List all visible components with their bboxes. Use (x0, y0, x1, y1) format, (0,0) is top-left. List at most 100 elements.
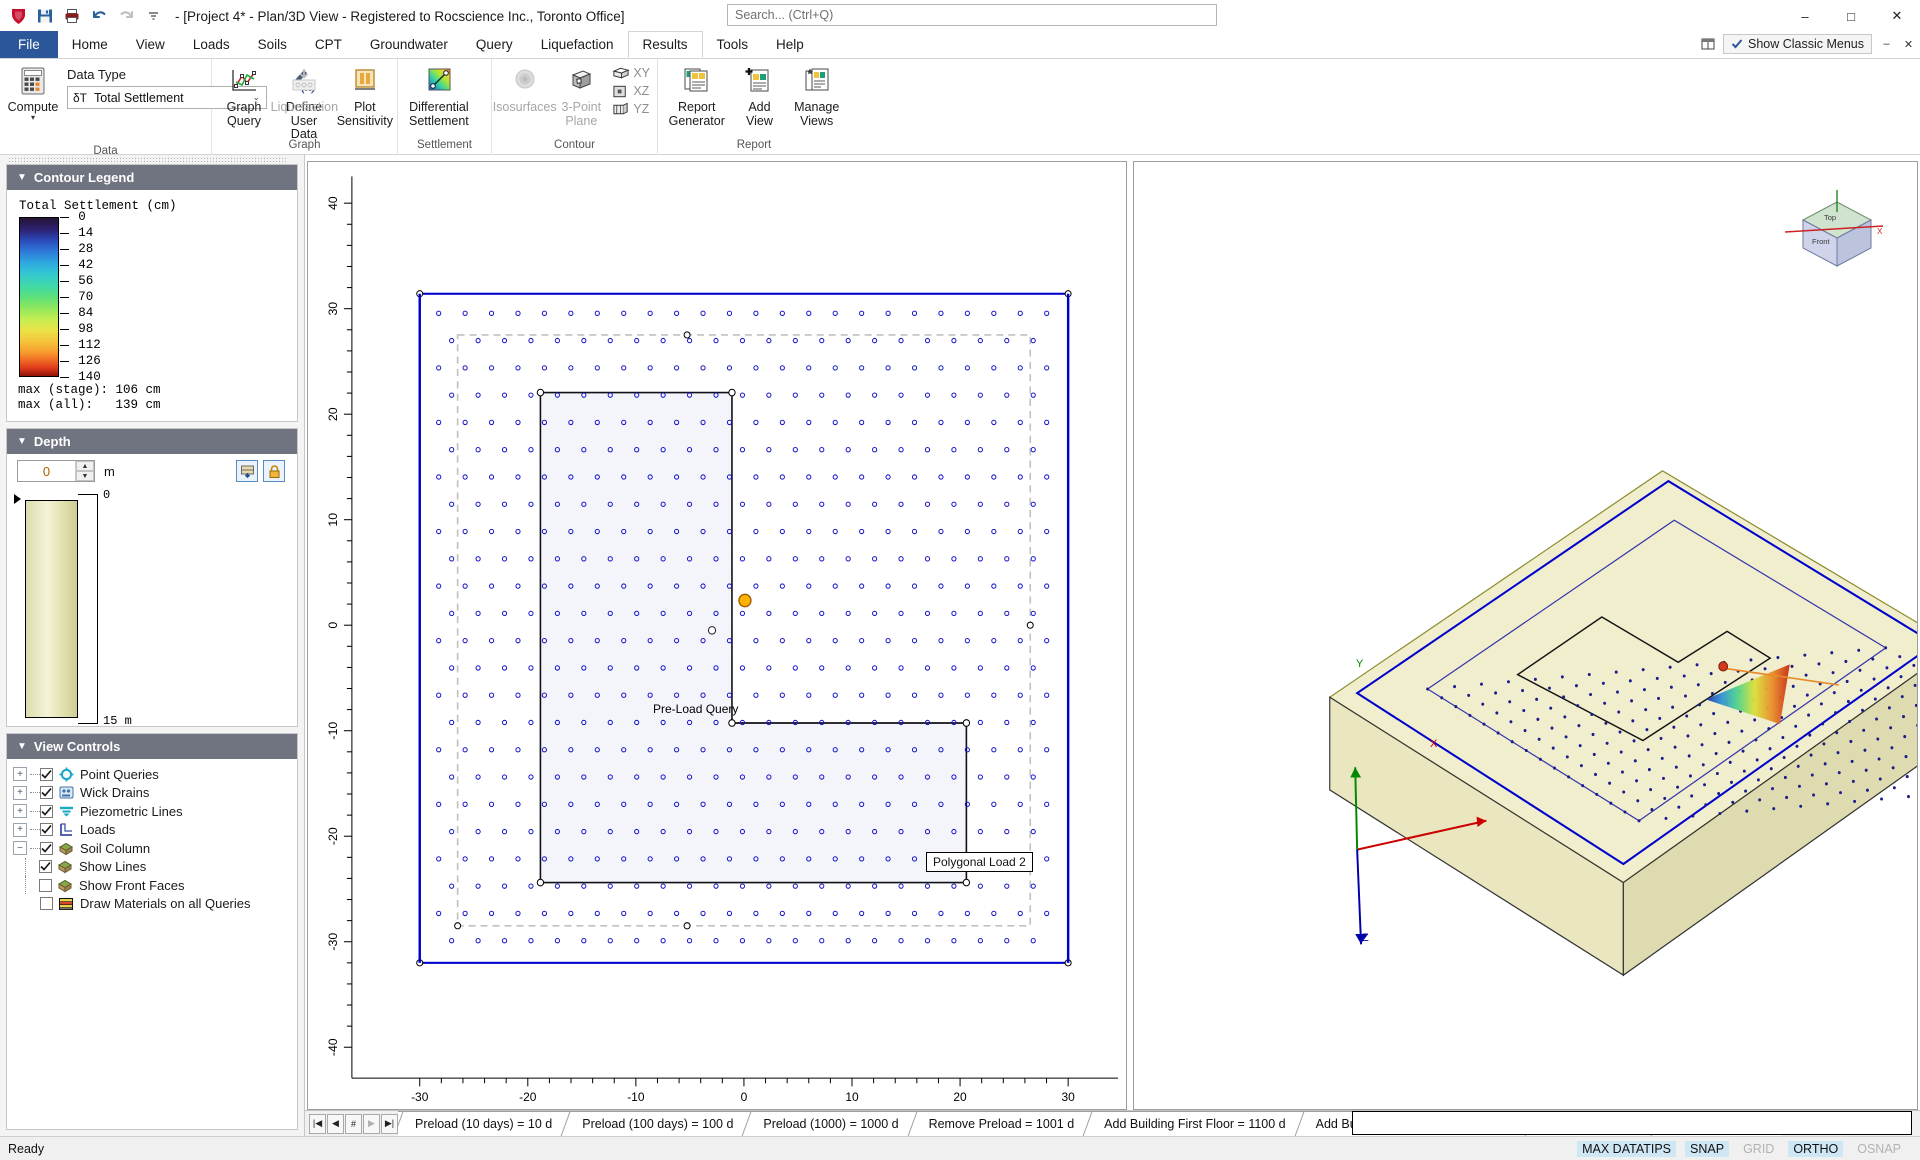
last-stage-button[interactable]: ▶| (381, 1113, 398, 1134)
point-query-marker (753, 910, 759, 917)
compute-button[interactable]: Compute ▾ (5, 62, 61, 122)
report-generator-button[interactable]: Report Generator (663, 62, 730, 130)
three-d-view-viewport[interactable]: X Y Z Top Front X (1133, 161, 1918, 1110)
collapse-caret-icon[interactable]: ▼ (17, 172, 27, 183)
depth-input[interactable] (18, 461, 75, 481)
minimize-button[interactable]: – (1782, 0, 1828, 32)
point-query-marker (991, 637, 997, 644)
maximize-button[interactable]: □ (1828, 0, 1874, 32)
collapse-caret-icon[interactable]: ▼ (17, 741, 27, 752)
rocscience-logo-icon[interactable] (8, 6, 28, 26)
ribbon-tab-loads[interactable]: Loads (179, 32, 244, 58)
three-d-canvas[interactable] (1134, 162, 1917, 1109)
view-control-checkbox[interactable] (39, 860, 52, 874)
depth-picker-icon[interactable] (236, 460, 258, 482)
print-icon[interactable] (62, 6, 82, 26)
stage-tab[interactable]: Remove Preload = 1001 d (911, 1111, 1088, 1136)
status-flag-max-datatips[interactable]: MAX DATATIPS (1577, 1140, 1677, 1157)
contour-legend-header[interactable]: ▼ Contour Legend (7, 165, 297, 190)
depth-decrement-button[interactable]: ▼ (76, 471, 94, 481)
status-flag-osnap[interactable]: OSNAP (1852, 1141, 1906, 1157)
previous-stage-button[interactable]: ◀ (327, 1113, 344, 1134)
view-control-item-soil-column[interactable]: − Soil Column (13, 839, 293, 858)
command-input[interactable] (1352, 1111, 1912, 1135)
depth-header[interactable]: ▼ Depth (7, 429, 297, 454)
stage-tab[interactable]: Preload (100 days) = 100 d (565, 1111, 747, 1136)
view-control-checkbox[interactable] (40, 804, 53, 818)
depth-stepper[interactable]: ▲ ▼ (17, 460, 95, 482)
view-control-item-draw-materials-on-all-queries[interactable]: Draw Materials on all Queries (13, 895, 293, 914)
plan-view-canvas[interactable]: 40 30 20 10 0 -10 -20 -30 -40 -30 -20 -10 0 10 20 30 (308, 162, 1126, 1109)
point-query-marker (594, 910, 600, 917)
differential-settlement-button[interactable]: Differential Settlement (403, 62, 475, 130)
view-control-item-wick-drains[interactable]: + Wick Drains (13, 784, 293, 803)
status-flag-grid[interactable]: GRID (1738, 1141, 1779, 1157)
ribbon-tab-tools[interactable]: Tools (703, 32, 763, 58)
compute-dropdown-caret[interactable]: ▾ (31, 113, 35, 121)
view-control-item-loads[interactable]: + Loads (13, 821, 293, 840)
status-flag-snap[interactable]: SNAP (1685, 1140, 1730, 1157)
view-control-checkbox[interactable] (40, 823, 53, 837)
plan-view-viewport[interactable]: 40 30 20 10 0 -10 -20 -30 -40 -30 -20 -10 0 10 20 30 (307, 161, 1127, 1110)
stage-tab[interactable]: Preload (1000) = 1000 d (746, 1111, 912, 1136)
view-controls-header[interactable]: ▼ View Controls (7, 734, 297, 759)
lock-icon[interactable] (263, 460, 285, 482)
plane-yz-button[interactable]: YZ (610, 100, 652, 118)
ribbon-display-options-icon[interactable] (1701, 37, 1716, 52)
stage-number-button[interactable]: # (345, 1113, 362, 1134)
tree-expander[interactable]: + (13, 804, 27, 819)
ribbon-tab-cpt[interactable]: CPT (301, 32, 356, 58)
ribbon-tab-view[interactable]: View (122, 32, 179, 58)
view-control-checkbox[interactable] (39, 878, 52, 892)
view-control-checkbox[interactable] (40, 841, 53, 855)
ribbon-tab-home[interactable]: Home (58, 32, 122, 58)
save-icon[interactable] (35, 6, 55, 26)
ribbon-tab-liquefaction[interactable]: Liquefaction (527, 32, 628, 58)
point-query-marker (806, 528, 812, 535)
redo-icon[interactable] (116, 6, 136, 26)
ribbon-tab-help[interactable]: Help (762, 32, 818, 58)
view-control-item-piezometric-lines[interactable]: + Piezometric Lines (13, 802, 293, 821)
first-stage-button[interactable]: |◀ (309, 1113, 326, 1134)
show-classic-menus-toggle[interactable]: Show Classic Menus (1722, 34, 1872, 54)
depth-increment-button[interactable]: ▲ (76, 461, 94, 471)
customize-qat-icon[interactable] (143, 6, 163, 26)
point-query-marker (859, 692, 865, 698)
collapse-caret-icon[interactable]: ▼ (17, 436, 27, 447)
stage-tab[interactable]: Preload (10 days) = 10 d (398, 1111, 566, 1136)
search-input[interactable]: Search... (Ctrl+Q) (727, 4, 1217, 26)
ribbon-tab-query[interactable]: Query (462, 32, 527, 58)
view-control-item-point-queries[interactable]: + Point Queries (13, 765, 293, 784)
status-flag-ortho[interactable]: ORTHO (1788, 1140, 1844, 1157)
add-view-button[interactable]: Add View (732, 62, 786, 130)
stage-tab[interactable]: Add Building First Floor = 1100 d (1087, 1111, 1299, 1136)
close-button[interactable]: ✕ (1874, 0, 1920, 32)
plane-xy-button[interactable]: XY (610, 64, 652, 82)
ribbon-tab-groundwater[interactable]: Groundwater (356, 32, 462, 58)
next-stage-button[interactable]: ▶ (363, 1113, 380, 1134)
view-control-checkbox[interactable] (40, 897, 53, 911)
ribbon-minimize-icon[interactable]: – (1879, 37, 1894, 52)
tree-expander[interactable]: + (13, 822, 27, 837)
ribbon-tab-file[interactable]: File (0, 31, 58, 58)
ribbon-close-icon[interactable]: ✕ (1901, 37, 1916, 52)
ribbon-tab-results[interactable]: Results (627, 31, 703, 58)
plane-xz-button[interactable]: XZ (610, 82, 652, 100)
undo-icon[interactable] (89, 6, 109, 26)
view-control-item-show-lines[interactable]: Show Lines (13, 857, 293, 877)
tree-expander[interactable]: − (13, 841, 27, 856)
view-control-checkbox[interactable] (40, 786, 53, 800)
ribbon-tab-soils[interactable]: Soils (244, 32, 301, 58)
tree-expander[interactable]: + (13, 767, 27, 782)
point-query-marker (845, 501, 851, 507)
view-control-item-show-front-faces[interactable]: Show Front Faces (13, 876, 293, 895)
graph-query-button[interactable]: Graph Query (217, 62, 271, 130)
point-query-marker (911, 637, 918, 644)
view-control-checkbox[interactable] (40, 767, 53, 781)
pre-load-query-label: Pre-Load Query (653, 702, 739, 716)
view-cube[interactable]: Top Front X (1777, 182, 1887, 274)
manage-views-button[interactable]: Manage Views (788, 62, 845, 130)
tree-expander[interactable]: + (13, 785, 27, 800)
depth-marker-icon[interactable] (14, 494, 21, 504)
plot-sensitivity-button[interactable]: Plot Sensitivity (337, 62, 393, 130)
